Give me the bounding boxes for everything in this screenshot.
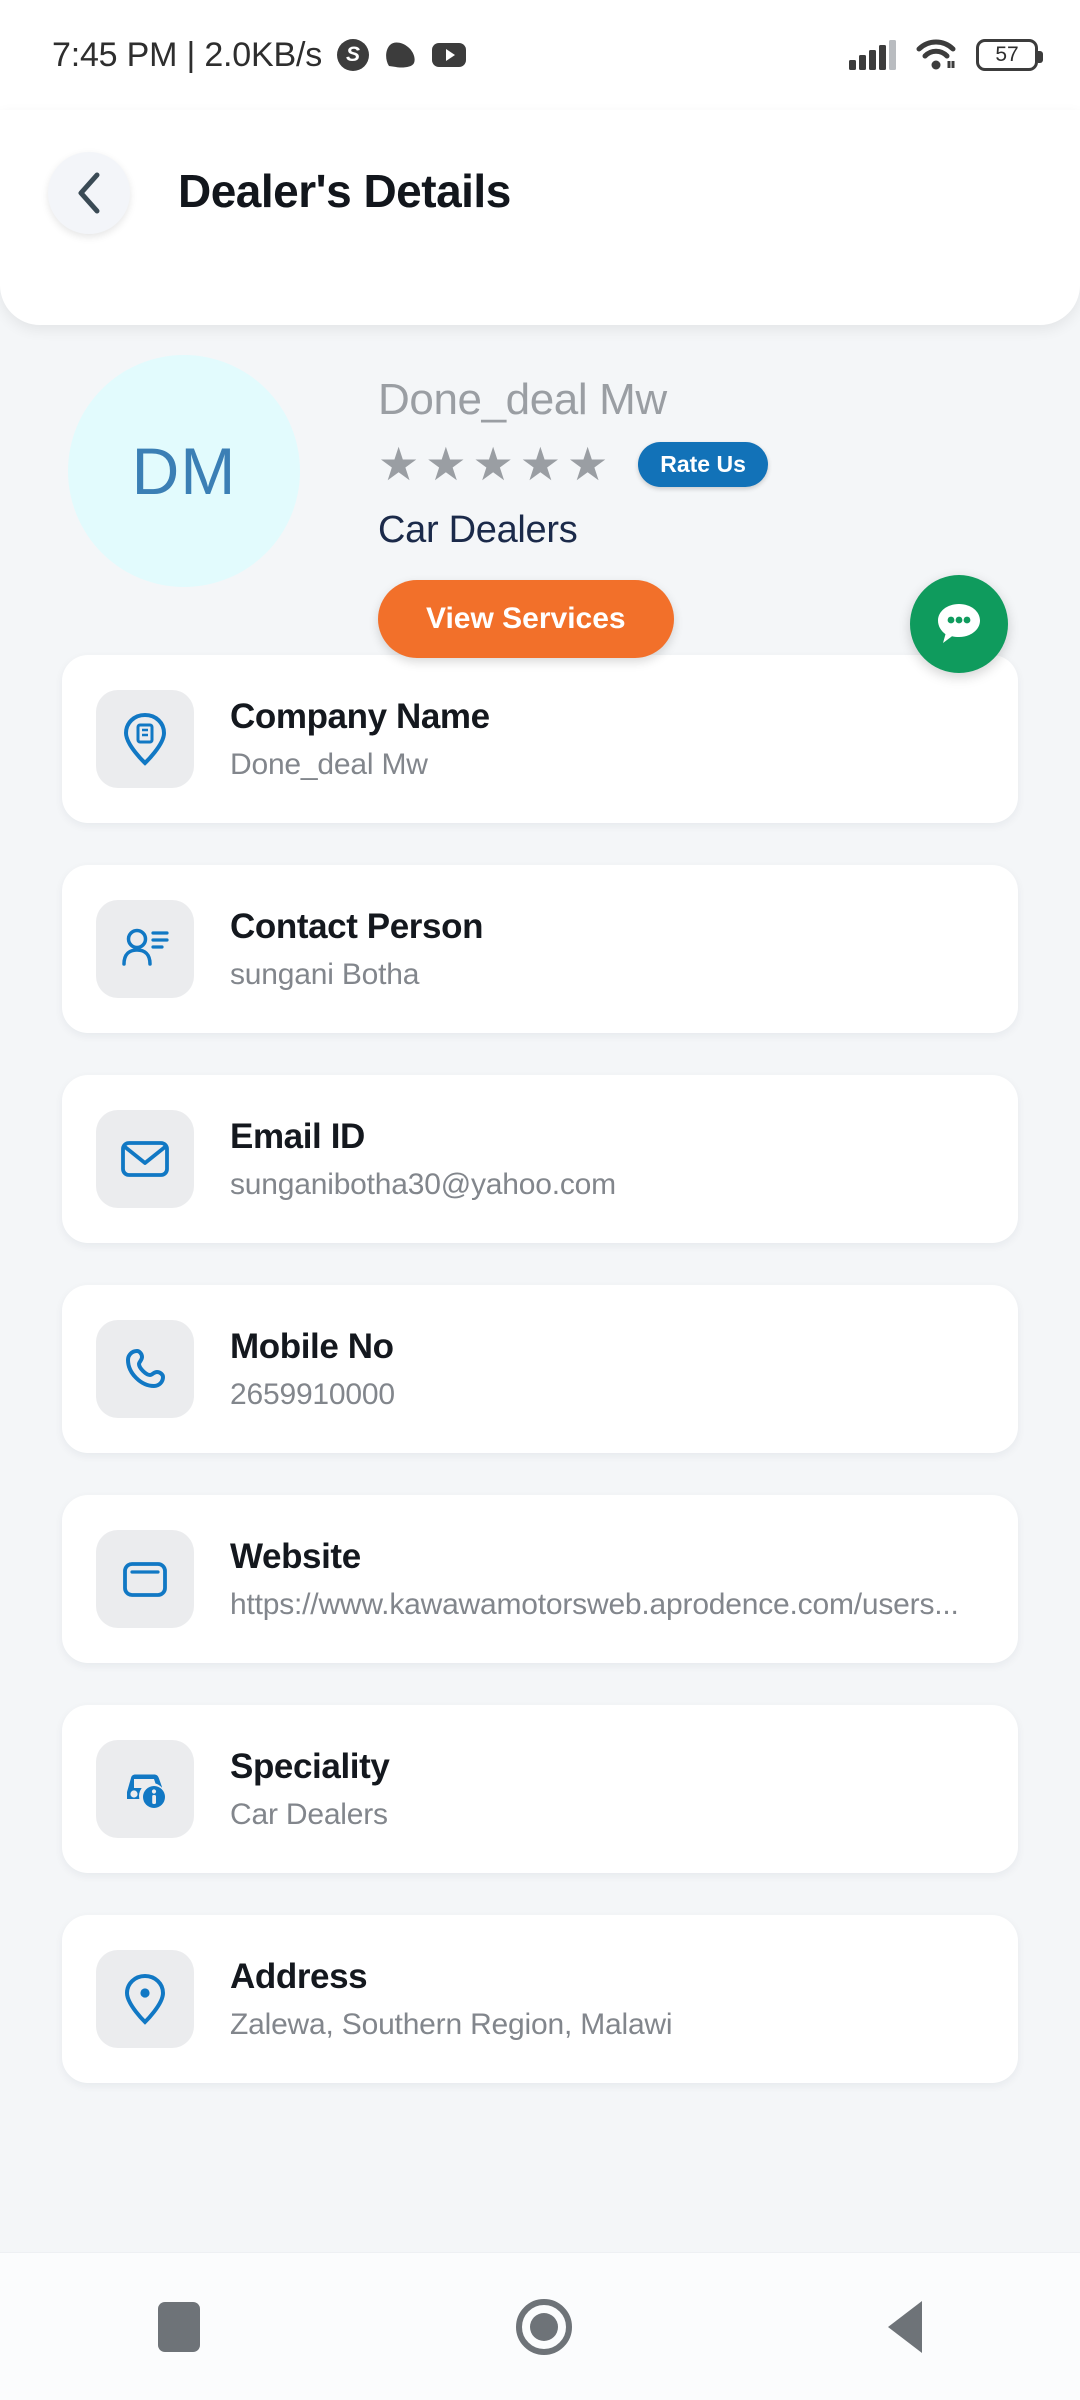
detail-label: Speciality [230,1746,390,1786]
detail-label: Email ID [230,1116,365,1156]
status-bar: 7:45 PM | 2.0KB/s S 57 [0,0,1080,110]
detail-value: Car Dealers [230,1797,388,1831]
star-icon[interactable]: ★ [425,441,466,487]
detail-card-text: Mobile No 2659910000 [230,1327,395,1412]
detail-card-text: Email ID sunganibotha30@yahoo.com [230,1117,616,1202]
profile-category: Car Dealers [378,509,578,551]
detail-value: sunganibotha30@yahoo.com [230,1167,616,1201]
detail-label: Website [230,1536,361,1576]
detail-card-text: Company Name Done_deal Mw [230,697,490,782]
game-controller-icon [384,38,418,72]
location-pin-icon [96,1950,194,2048]
back-button[interactable] [48,152,130,234]
battery-icon: 57 [976,39,1043,71]
skype-icon: S [336,38,370,72]
page-header: Dealer's Details [0,110,1080,325]
square-recents-icon[interactable] [158,2301,200,2352]
rate-us-button[interactable]: Rate Us [638,441,768,487]
youtube-icon [432,38,467,72]
page-title: Dealer's Details [178,165,511,217]
circle-home-icon[interactable] [516,2298,572,2355]
star-icon[interactable]: ★ [473,441,514,487]
detail-label: Contact Person [230,906,484,946]
detail-card-text: Contact Person sungani Botha [230,907,483,992]
wifi-icon [916,39,956,70]
detail-value: https://www.kawawamotorsweb.aprodence.co… [230,1587,959,1621]
detail-card-speciality[interactable]: Speciality Car Dealers [62,1705,1018,1873]
detail-card-email[interactable]: Email ID sunganibotha30@yahoo.com [62,1075,1018,1243]
star-icon[interactable]: ★ [378,441,419,487]
status-bar-left: 7:45 PM | 2.0KB/s S [52,35,467,75]
detail-value: 2659910000 [230,1377,395,1411]
detail-value: Zalewa, Southern Region, Malawi [230,2007,673,2041]
star-icon[interactable]: ★ [520,441,561,487]
detail-label: Company Name [230,696,490,736]
chat-bubble-icon [938,604,980,643]
detail-card-address[interactable]: Address Zalewa, Southern Region, Malawi [62,1915,1018,2083]
status-bar-right: 57 [849,39,1043,71]
detail-card-contact-person[interactable]: Contact Person sungani Botha [62,865,1018,1033]
profile-name: Done_deal Mw [378,375,667,424]
android-nav-bar [0,2252,1080,2400]
detail-card-website[interactable]: Website https://www.kawawamotorsweb.apro… [62,1495,1018,1663]
car-info-icon [96,1740,194,1838]
chat-fab-button[interactable] [910,575,1008,673]
browser-window-icon [96,1530,194,1628]
details-list: Company Name Done_deal Mw Contact Person… [0,655,1080,2083]
chevron-left-icon [78,172,100,214]
detail-card-mobile[interactable]: Mobile No 2659910000 [62,1285,1018,1453]
company-pin-icon [96,690,194,788]
rating-row: ★ ★ ★ ★ ★ Rate Us [378,441,1080,487]
avatar-initials: DM [131,434,237,508]
detail-card-text: Speciality Car Dealers [230,1746,390,1832]
detail-label: Mobile No [230,1326,394,1366]
detail-value: sungani Botha [230,957,420,991]
detail-card-text: Website https://www.kawawamotorsweb.apro… [230,1537,959,1622]
star-icon[interactable]: ★ [567,441,608,487]
envelope-icon [96,1110,194,1208]
detail-card-text: Address Zalewa, Southern Region, Malawi [230,1957,672,2042]
star-rating[interactable]: ★ ★ ★ ★ ★ [378,441,608,487]
detail-label: Address [230,1956,368,1996]
status-clock: 7:45 PM | 2.0KB/s [52,35,323,74]
phone-icon [96,1320,194,1418]
contact-person-icon [96,900,194,998]
detail-card-company-name[interactable]: Company Name Done_deal Mw [62,655,1018,823]
signal-bars-icon [849,40,896,70]
avatar: DM [68,355,300,587]
triangle-back-icon[interactable] [888,2300,922,2353]
view-services-button[interactable]: View Services [378,580,674,658]
detail-value: Done_deal Mw [230,747,428,781]
battery-level: 57 [995,43,1019,66]
